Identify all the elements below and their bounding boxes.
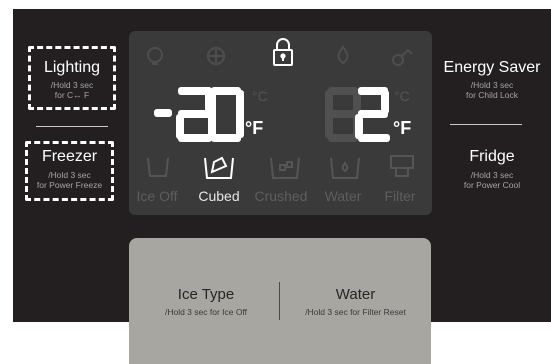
freezer-ghost-celsius: °C	[252, 88, 268, 104]
ice-type-title: Ice Type	[177, 286, 235, 303]
lock-icon	[273, 38, 293, 66]
filter-icon	[390, 155, 414, 177]
power-cool-icon	[337, 45, 349, 65]
water-title: Water	[335, 286, 376, 303]
filter-indicator-icon	[392, 48, 413, 66]
bottom-divider	[279, 282, 280, 320]
fridge-unit: °F	[393, 118, 412, 138]
cubed-ice-icon	[204, 156, 234, 179]
power-freeze-icon	[207, 47, 225, 65]
mode-cubed: Cubed	[198, 188, 240, 204]
mode-ice-off: Ice Off	[136, 188, 178, 204]
mode-crushed: Crushed	[254, 188, 308, 204]
ice-type-hint: /Hold 3 sec for Ice Off	[164, 307, 248, 317]
mode-water: Water	[324, 188, 362, 204]
water-hint: /Hold 3 sec for Filter Reset	[305, 307, 406, 317]
lighting-status-icon	[147, 47, 163, 65]
freezer-temperature-digits	[154, 87, 244, 142]
freezer-unit: °F	[245, 118, 264, 138]
fridge-ghost-celsius: °C	[394, 88, 410, 104]
water-icon	[330, 157, 360, 179]
crushed-ice-icon	[270, 157, 300, 179]
mode-filter: Filter	[384, 188, 416, 204]
ice-off-icon	[147, 157, 169, 177]
